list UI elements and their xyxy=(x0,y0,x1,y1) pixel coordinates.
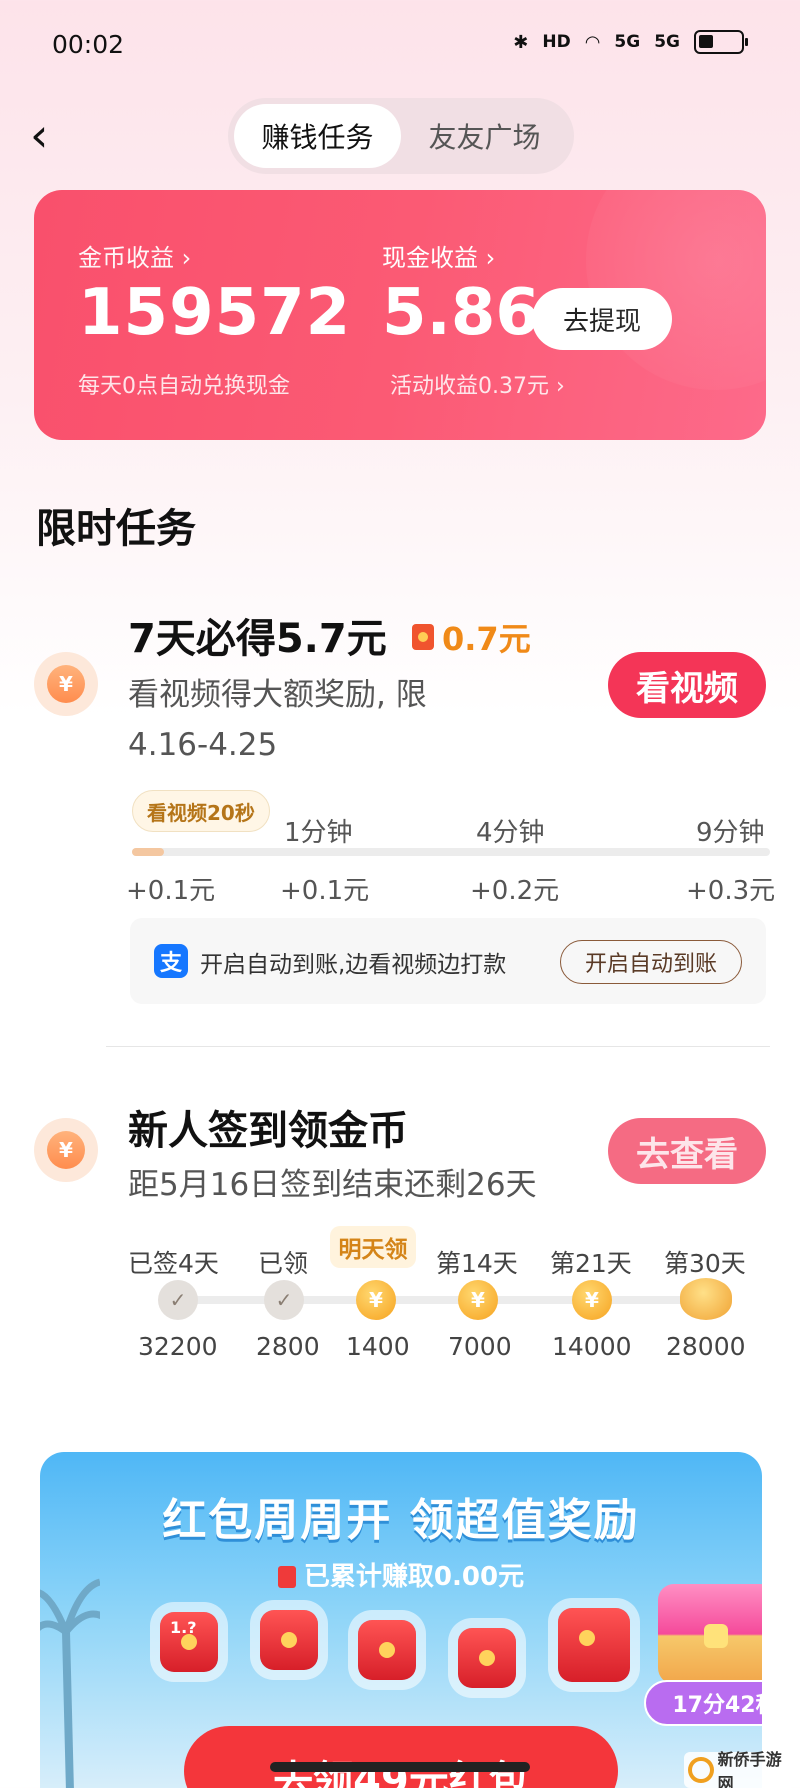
chest-timer: 17分42秒 xyxy=(644,1680,762,1726)
view-checkin-button[interactable]: 去查看 xyxy=(608,1118,766,1184)
bluetooth-icon: ✱ xyxy=(513,31,529,53)
video-reward-3: +0.2元 xyxy=(470,876,560,906)
red-packet-icon[interactable]: 1.? xyxy=(160,1612,218,1672)
checkin-done-icon: ✓ xyxy=(264,1280,304,1320)
checkin-coin-icon: ¥ xyxy=(458,1280,498,1320)
hd-icon: HD xyxy=(542,32,571,52)
checkin-progress-track xyxy=(178,1296,718,1304)
coin-earnings-link[interactable]: 金币收益 › xyxy=(78,238,191,273)
status-time: 00:02 xyxy=(52,30,125,59)
checkin-task-desc: 距5月16日签到结束还剩26天 xyxy=(128,1167,537,1203)
checkin-day-label-6: 第30天 xyxy=(664,1249,746,1278)
claim-red-packet-button[interactable]: 去领49元红包 xyxy=(184,1726,618,1788)
cellular-signal-1-icon: 5G xyxy=(614,32,641,52)
watermark: 新侨手游网 xyxy=(684,1750,796,1788)
weekly-red-packet-banner[interactable]: 红包周周开 领超值奖励 已累计赚取0.00元 1.? 17分42秒 去领49元红… xyxy=(40,1452,762,1788)
video-task-desc-line2: 4.16-4.25 xyxy=(128,727,278,763)
red-packet-icon[interactable] xyxy=(358,1620,416,1680)
video-tick-2: 4分钟 xyxy=(476,818,545,848)
checkin-done-icon: ✓ xyxy=(158,1280,198,1320)
checkin-coin-icon: ¥ xyxy=(356,1280,396,1320)
wifi-icon: ◠ xyxy=(584,31,601,53)
activity-earnings-link[interactable]: 活动收益0.37元 › xyxy=(390,368,565,400)
checkin-day-value-4: 7000 xyxy=(448,1332,512,1361)
alipay-icon: 支 xyxy=(154,944,188,978)
video-tick-1: 1分钟 xyxy=(284,818,353,848)
red-packet-icon[interactable] xyxy=(458,1628,516,1688)
section-title: 限时任务 xyxy=(36,506,196,552)
video-task-desc: 看视频得大额奖励, 限 4.16-4.25 xyxy=(128,670,427,770)
tomorrow-claim-bubble: 明天领 xyxy=(330,1226,416,1268)
video-reward-2: +0.1元 xyxy=(280,876,370,906)
video-task-title: 7天必得5.7元 xyxy=(128,616,387,662)
checkin-day-value-5: 14000 xyxy=(552,1332,632,1361)
red-packet-label: 1.? xyxy=(170,1618,197,1637)
task-coin-icon: ¥ xyxy=(34,652,98,716)
video-reward-4: +0.3元 xyxy=(686,876,776,906)
back-button[interactable]: ‹ xyxy=(30,110,70,160)
tab-earn-tasks[interactable]: 赚钱任务 xyxy=(234,104,401,168)
watch-video-button[interactable]: 看视频 xyxy=(608,652,766,718)
video-tick-3: 9分钟 xyxy=(696,818,765,848)
checkin-day-label-1: 已签4天 xyxy=(128,1249,219,1278)
banner-earned-total: 已累计赚取0.00元 xyxy=(303,1562,525,1592)
coin-earnings-value: 159572 xyxy=(78,276,352,350)
red-packet-icon[interactable] xyxy=(260,1610,318,1670)
coin-stack-icon xyxy=(680,1278,732,1320)
video-progress-tip: 看视频20秒 xyxy=(132,790,270,832)
video-progress-fill xyxy=(132,848,164,856)
tab-friends-square[interactable]: 友友广场 xyxy=(401,104,568,168)
video-reward-1: +0.1元 xyxy=(126,876,216,906)
red-envelope-icon xyxy=(412,624,434,650)
video-task-reward-amount: 0.7元 xyxy=(442,620,531,658)
banner-title: 红包周周开 领超值奖励 xyxy=(162,1495,640,1546)
yen-coin-icon: ¥ xyxy=(47,665,85,703)
checkin-coin-icon: ¥ xyxy=(572,1280,612,1320)
checkin-day-value-6: 28000 xyxy=(666,1332,746,1361)
checkin-day-label-4: 第14天 xyxy=(436,1249,518,1278)
video-task-desc-line1: 看视频得大额奖励, 限 xyxy=(128,677,427,713)
cellular-signal-2-icon: 5G xyxy=(654,32,680,52)
yen-coin-icon: ¥ xyxy=(47,1131,85,1169)
enable-auto-payout-button[interactable]: 开启自动到账 xyxy=(560,940,742,984)
video-task-reward: 0.7元 xyxy=(412,614,531,660)
banner-subtitle: 已累计赚取0.00元 xyxy=(40,1556,762,1593)
status-icons: ✱ HD ◠ 5G 5G xyxy=(513,30,748,54)
red-envelope-icon xyxy=(277,1566,296,1588)
watermark-text: 新侨手游网 xyxy=(717,1750,782,1788)
home-indicator[interactable] xyxy=(270,1762,530,1772)
battery-icon xyxy=(694,30,748,54)
checkin-coin-icon: ¥ xyxy=(34,1118,98,1182)
checkin-day-value-2: 2800 xyxy=(256,1332,320,1361)
cash-earnings-link[interactable]: 现金收益 › xyxy=(382,238,495,273)
auto-payout-box: 支 开启自动到账,边看视频边打款 开启自动到账 xyxy=(130,918,766,1004)
red-packet-icon[interactable] xyxy=(558,1608,630,1682)
tab-bar: 赚钱任务 友友广场 xyxy=(228,98,574,174)
chevron-left-icon: ‹ xyxy=(30,108,49,162)
checkin-task-title: 新人签到领金币 xyxy=(128,1108,408,1154)
cash-earnings-value: 5.86 xyxy=(382,276,540,350)
video-progress-track xyxy=(132,848,770,856)
watermark-logo-icon xyxy=(688,1757,714,1783)
checkin-day-label-2: 已领 xyxy=(258,1249,309,1278)
treasure-chest-icon[interactable] xyxy=(658,1584,762,1684)
auto-payout-text: 开启自动到账,边看视频边打款 xyxy=(200,952,507,978)
checkin-day-value-3: 1400 xyxy=(346,1332,410,1361)
withdraw-button[interactable]: 去提现 xyxy=(532,288,672,350)
coin-exchange-note: 每天0点自动兑换现金 xyxy=(78,374,290,399)
status-bar: 00:02 ✱ HD ◠ 5G 5G xyxy=(0,0,800,92)
divider xyxy=(106,1046,770,1047)
earnings-card: 金币收益 › 159572 每天0点自动兑换现金 现金收益 › 5.86 活动收… xyxy=(34,190,766,440)
checkin-day-label-5: 第21天 xyxy=(550,1249,632,1278)
palm-tree-icon xyxy=(40,1578,100,1788)
checkin-day-value-1: 32200 xyxy=(138,1332,218,1361)
